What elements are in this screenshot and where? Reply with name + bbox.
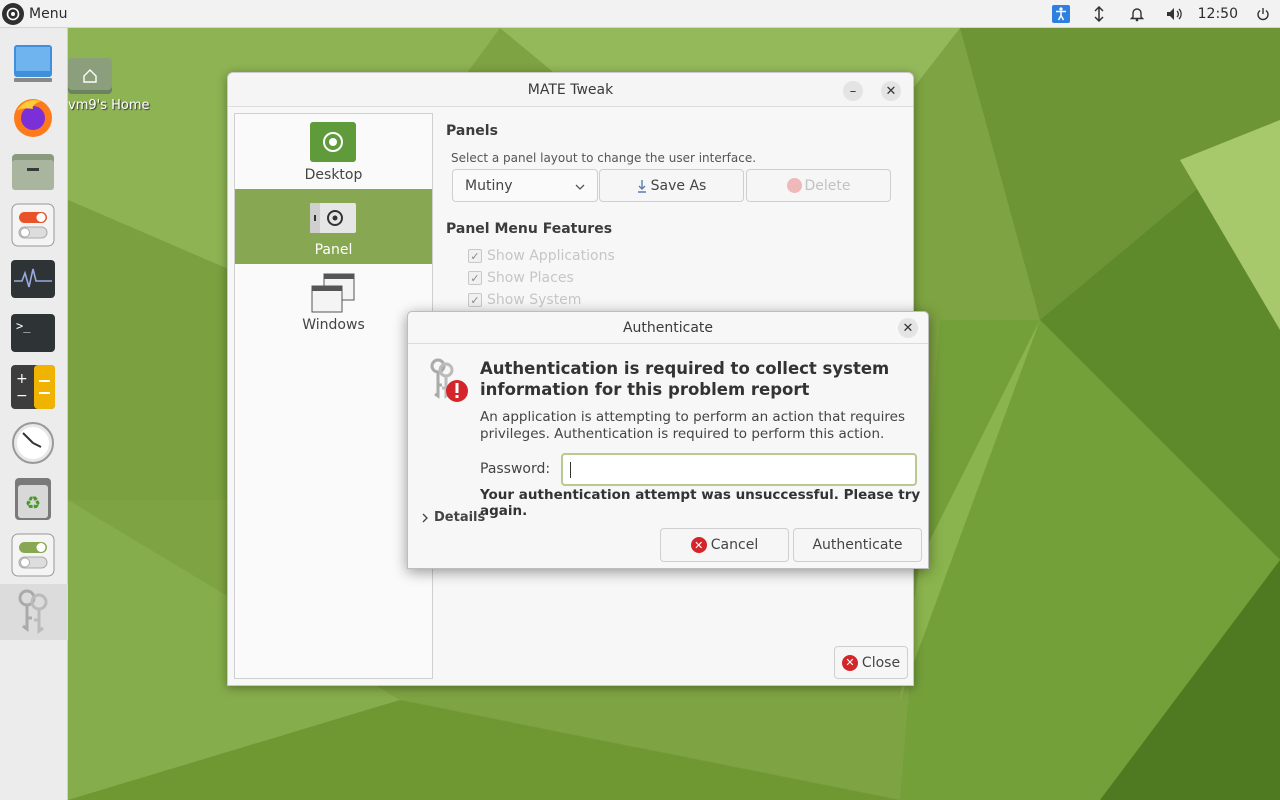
dock-desktop-icon[interactable]	[10, 40, 56, 86]
notification-icon[interactable]	[1118, 0, 1156, 28]
panel-layout-value: Mutiny	[465, 177, 513, 194]
sidebar-item-label: Panel	[314, 242, 353, 258]
close-label: Close	[861, 654, 901, 671]
clock[interactable]: 12:50	[1194, 6, 1246, 22]
sidebar-item-desktop[interactable]: Desktop	[235, 114, 432, 189]
checkbox-checked-icon: ✓	[468, 293, 482, 307]
auth-close-x-button[interactable]: ✕	[898, 318, 918, 338]
panel-layout-combo[interactable]: Mutiny	[452, 169, 598, 202]
feature-label: Show Places	[487, 270, 574, 286]
menu-label: Menu	[29, 5, 68, 22]
chevron-down-icon	[575, 178, 585, 194]
dock-tweak-icon[interactable]	[10, 202, 56, 248]
feature-show-places[interactable]: ✓ Show Places	[468, 267, 615, 289]
feature-show-applications[interactable]: ✓ Show Applications	[468, 245, 615, 267]
dock-calculator-icon[interactable]: + −	[10, 364, 56, 410]
dock-switches-icon[interactable]	[10, 532, 56, 578]
power-icon[interactable]	[1246, 0, 1280, 28]
password-input[interactable]	[561, 453, 917, 486]
tweak-sidebar: Desktop Panel Windows	[234, 113, 433, 679]
panel-menu-features: Panel Menu Features ✓ Show Applications …	[446, 221, 615, 311]
sidebar-item-label: Windows	[302, 317, 365, 333]
close-button[interactable]: ✕ Close	[834, 646, 908, 679]
desktop-home-shortcut[interactable]: vm9's Home	[68, 58, 158, 113]
sidebar-item-windows[interactable]: Windows	[235, 264, 432, 339]
dock-firefox-icon[interactable]	[10, 94, 56, 140]
panels-hint: Select a panel layout to change the user…	[451, 151, 757, 165]
feature-label: Show System	[487, 292, 582, 308]
ubuntu-mate-logo-icon	[2, 2, 24, 25]
cancel-red-icon: ✕	[690, 537, 707, 553]
dock-files-icon[interactable]	[10, 148, 56, 194]
password-label: Password:	[480, 461, 551, 477]
home-label: vm9's Home	[68, 98, 150, 113]
delete-label: Delete	[804, 177, 851, 194]
auth-heading: Authentication is required to collect sy…	[480, 359, 890, 399]
home-folder-icon	[68, 58, 112, 94]
tweak-titlebar[interactable]: MATE Tweak – ✕	[228, 73, 913, 107]
auth-dialog-title: Authenticate	[622, 320, 714, 336]
svg-text:+: +	[16, 371, 28, 387]
cancel-button[interactable]: ✕ Cancel	[660, 528, 789, 562]
auth-description: An application is attempting to perform …	[480, 409, 905, 442]
sidebar-item-panel[interactable]: Panel	[235, 189, 432, 264]
dock-system-monitor-icon[interactable]	[10, 256, 56, 302]
svg-text:>_: >_	[16, 319, 31, 333]
feature-label: Show Applications	[487, 248, 615, 264]
authenticate-dialog: Authenticate ✕ Authentication is require…	[407, 311, 929, 569]
network-icon[interactable]	[1080, 0, 1118, 28]
keys-warning-icon	[430, 358, 468, 402]
close-icon: ✕	[885, 83, 897, 99]
checkbox-checked-icon: ✓	[468, 271, 482, 285]
dock-terminal-icon[interactable]: >_	[10, 310, 56, 356]
close-icon: ✕	[902, 320, 914, 336]
sidebar-item-label: Desktop	[304, 167, 363, 183]
accessibility-icon[interactable]	[1042, 0, 1080, 28]
chevron-right-icon	[422, 513, 428, 522]
details-label: Details	[434, 510, 486, 525]
auth-error-message: Your authentication attempt was unsucces…	[480, 487, 921, 519]
tweak-window-title: MATE Tweak	[527, 82, 614, 98]
authenticate-label: Authenticate	[812, 537, 903, 553]
desktop-settings-icon	[310, 122, 356, 162]
menu-features-heading: Panel Menu Features	[446, 221, 613, 237]
top-panel: Menu 12:50	[0, 0, 1280, 28]
delete-button[interactable]: Delete	[746, 169, 891, 202]
dock-clock-icon[interactable]	[10, 420, 56, 466]
feature-show-system[interactable]: ✓ Show System	[468, 289, 615, 311]
panels-heading: Panels	[446, 123, 498, 139]
main-menu-button[interactable]: Menu	[0, 0, 67, 28]
panel-layout-row: Mutiny Save As Delete	[452, 169, 891, 202]
download-icon	[637, 179, 646, 193]
authenticate-button[interactable]: Authenticate	[793, 528, 922, 562]
delete-icon	[786, 178, 802, 193]
checkbox-checked-icon: ✓	[468, 249, 482, 263]
panel-settings-icon	[310, 203, 356, 233]
tweak-close-x-button[interactable]: ✕	[881, 81, 901, 101]
dock-keys-icon[interactable]	[10, 588, 56, 634]
svg-text:−: −	[16, 388, 28, 404]
system-tray: 12:50	[1042, 0, 1280, 28]
text-cursor	[570, 462, 571, 478]
close-red-icon: ✕	[841, 654, 858, 671]
dock-trash-icon[interactable]: ♻	[10, 476, 56, 522]
details-expander[interactable]: Details	[420, 510, 485, 525]
left-dock: >_ + − ♻	[0, 28, 68, 800]
cancel-label: Cancel	[710, 537, 759, 553]
volume-icon[interactable]	[1156, 0, 1194, 28]
save-as-button[interactable]: Save As	[599, 169, 744, 202]
minimize-icon: –	[849, 83, 857, 99]
save-as-label: Save As	[650, 177, 707, 194]
auth-titlebar[interactable]: Authenticate ✕	[408, 312, 928, 344]
svg-text:♻: ♻	[25, 493, 41, 514]
tweak-content: Panels Select a panel layout to change t…	[446, 123, 906, 165]
minimize-button[interactable]: –	[843, 81, 863, 101]
windows-settings-icon	[311, 273, 355, 313]
